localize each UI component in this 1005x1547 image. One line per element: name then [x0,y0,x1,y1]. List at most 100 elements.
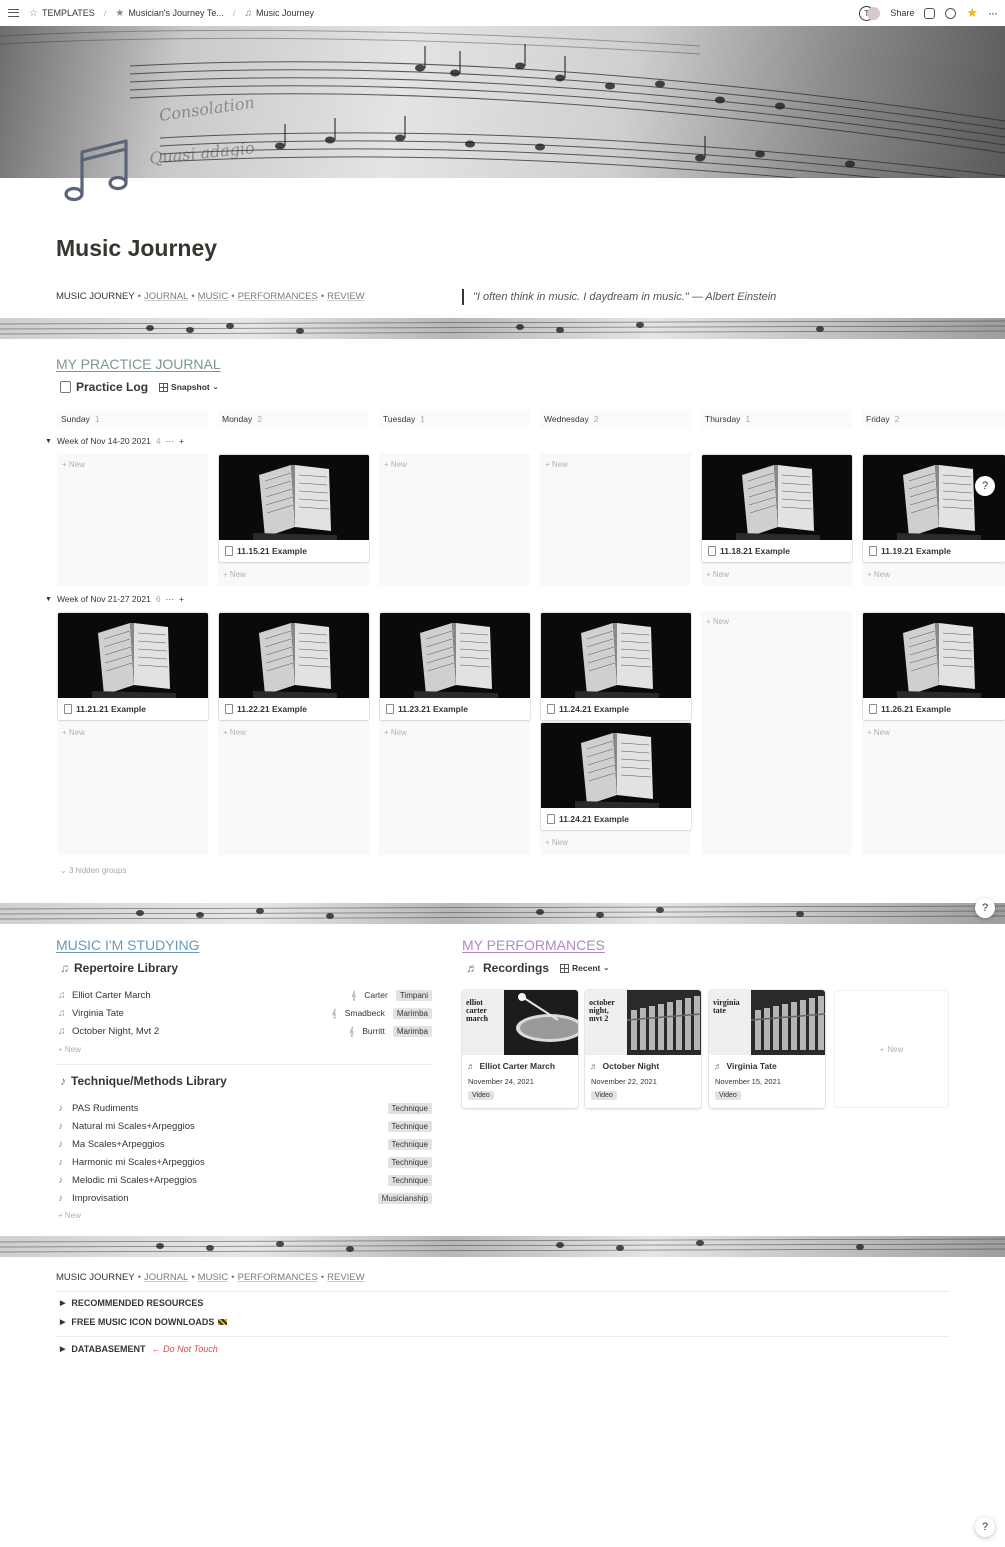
view-switcher[interactable]: Recent ⌄ [560,963,609,973]
breadcrumb-item-templates[interactable]: TEMPLATES [42,8,95,18]
new-card-button[interactable]: + New [62,460,85,469]
triangle-right-icon[interactable]: ▶ [60,1299,65,1307]
recording-card[interactable]: virginia tate ♬ Virginia Tate November 15… [709,990,825,1108]
add-icon[interactable]: + [179,436,184,446]
board-column-sunday[interactable]: Sunday 1 [57,410,208,428]
recordings-title[interactable]: Recordings [483,961,549,975]
nav-link-journal[interactable]: JOURNAL [144,291,188,302]
more-icon[interactable]: ··· [988,6,998,20]
list-item[interactable]: ♪ PAS Rudiments Technique [58,1099,432,1117]
new-card-button[interactable]: + New [867,570,890,579]
list-item[interactable]: ♪ Harmonic mi Scales+Arpeggios Technique [58,1153,432,1171]
toggle-databasement[interactable]: ▶ DATABASEMENT ← Do Not Touch [60,1344,218,1354]
nav-link-journal[interactable]: JOURNAL [144,1272,188,1283]
nav-link-performances[interactable]: PERFORMANCES [238,1272,318,1283]
new-card-button[interactable]: + New [867,728,890,737]
nav-link-music[interactable]: MUSIC [198,291,229,302]
technique-library-header: ♪ Technique/Methods Library [60,1074,227,1088]
technique-library-title[interactable]: Technique/Methods Library [71,1074,227,1088]
list-item[interactable]: ♪ Ma Scales+Arpeggios Technique [58,1135,432,1153]
nav-link-review[interactable]: REVIEW [327,291,364,302]
list-item[interactable]: ♪ Melodic mi Scales+Arpeggios Technique [58,1171,432,1189]
collaborators[interactable]: T [859,5,881,21]
breadcrumb-item-current[interactable]: Music Journey [256,8,314,18]
recording-date: November 24, 2021 [468,1077,534,1086]
journal-card[interactable]: 11.26.21 Example [863,613,1005,720]
recording-cover: elliot carter march [462,990,578,1055]
journal-card[interactable]: 11.22.21 Example [219,613,369,720]
favorite-star-icon[interactable]: ★ [966,5,978,21]
music-note-icon: ♫ [58,1007,66,1019]
journal-card[interactable]: 11.24.21 Example [541,723,691,830]
triangle-down-icon[interactable]: ▼ [45,438,52,445]
help-button[interactable]: ? [975,1517,995,1537]
hidden-groups-toggle[interactable]: ⌄ 3 hidden groups [60,866,126,875]
clock-icon[interactable] [945,7,957,19]
music-note-icon: ♪ [58,1120,63,1132]
practice-log-title[interactable]: Practice Log [76,380,148,394]
new-card-button[interactable]: + New [62,728,85,737]
list-item[interactable]: ♫ Virginia Tate 𝄞 Smadbeck Marimba [58,1004,432,1022]
new-item-button[interactable]: + New [58,1045,81,1054]
journal-card[interactable]: 11.21.21 Example [58,613,208,720]
nav-link-performances[interactable]: PERFORMANCES [238,291,318,302]
toggle-free-icon-downloads[interactable]: ▶ FREE MUSIC ICON DOWNLOADS [60,1317,228,1327]
music-note-icon: ♫ [58,989,66,1001]
triangle-down-icon[interactable]: ▼ [45,596,52,603]
board-column-monday[interactable]: Monday 2 [218,410,369,428]
new-item-button[interactable]: + New [58,1211,81,1220]
journal-card[interactable]: 11.18.21 Example [702,455,852,562]
page-icon [869,704,877,714]
view-switcher[interactable]: Snapshot ⌄ [159,382,219,392]
new-card-button[interactable]: + New [223,570,246,579]
journal-card[interactable]: 11.15.21 Example [219,455,369,562]
share-button[interactable]: Share [890,8,914,18]
new-card-button[interactable]: + New [545,460,568,469]
new-card-button[interactable]: + New [384,728,407,737]
board-column-tuesday[interactable]: Tuesday 1 [379,410,530,428]
journal-card[interactable]: 11.23.21 Example [380,613,530,720]
new-card-button[interactable]: + New [223,728,246,737]
card-title: 11.18.21 Example [720,546,790,556]
board-column-thursday[interactable]: Thursday 1 [701,410,852,428]
triangle-right-icon[interactable]: ▶ [60,1345,65,1353]
list-item[interactable]: ♪ Improvisation Musicianship [58,1189,432,1207]
divider-banner [0,1236,1005,1257]
board-group-header[interactable]: ▼ Week of Nov 14-20 2021 4 ··· + [45,436,184,446]
menu-icon[interactable] [8,9,19,17]
nav-link-review[interactable]: REVIEW [327,1272,364,1283]
comment-icon[interactable] [924,7,936,19]
recording-card[interactable]: october night, mvt 2 ♬ October Night Nove… [585,990,701,1108]
repertoire-library-title[interactable]: Repertoire Library [74,961,178,975]
journal-card[interactable]: 11.19.21 Example [863,455,1005,562]
recording-title: ♬ Virginia Tate [709,1055,825,1071]
item-name: Virginia Tate [72,1007,124,1019]
list-item[interactable]: ♫ Elliot Carter March 𝄞 Carter Timpani [58,986,432,1004]
quote: "I often think in music. I daydream in m… [462,289,776,305]
board-cell [57,453,208,586]
help-button[interactable]: ? [975,898,995,918]
new-card-button[interactable]: + New [706,570,729,579]
avatar[interactable] [867,6,881,20]
recording-card[interactable]: elliot carter march ♬ Elliot Carter March… [462,990,578,1108]
more-icon[interactable]: ··· [166,436,175,446]
nav-link-music[interactable]: MUSIC [198,1272,229,1283]
breadcrumb-item-template[interactable]: Musician's Journey Te... [128,8,224,18]
more-icon[interactable]: ··· [166,594,175,604]
add-icon[interactable]: + [179,594,184,604]
list-item[interactable]: ♪ Natural mi Scales+Arpeggios Technique [58,1117,432,1135]
list-item[interactable]: ♫ October Night, Mvt 2 𝄞 Burritt Marimba [58,1022,432,1040]
toggle-recommended-resources[interactable]: ▶ RECOMMENDED RESOURCES [60,1298,203,1308]
music-note-icon: ♫ [58,1025,66,1037]
board-column-friday[interactable]: Friday 2 [862,410,1005,428]
board-column-wednesday[interactable]: Wednesday 2 [540,410,691,428]
new-card-button[interactable]: + New [545,838,568,847]
new-card-button[interactable]: + New [706,617,729,626]
new-card-button[interactable]: + New [384,460,407,469]
new-recording-button[interactable]: + New [834,990,949,1108]
music-note-icon[interactable] [62,136,136,210]
board-group-header[interactable]: ▼ Week of Nov 21-27 2021 6 ··· + [45,594,184,604]
help-button[interactable]: ? [975,476,995,496]
triangle-right-icon[interactable]: ▶ [60,1318,65,1326]
journal-card[interactable]: 11.24.21 Example [541,613,691,720]
